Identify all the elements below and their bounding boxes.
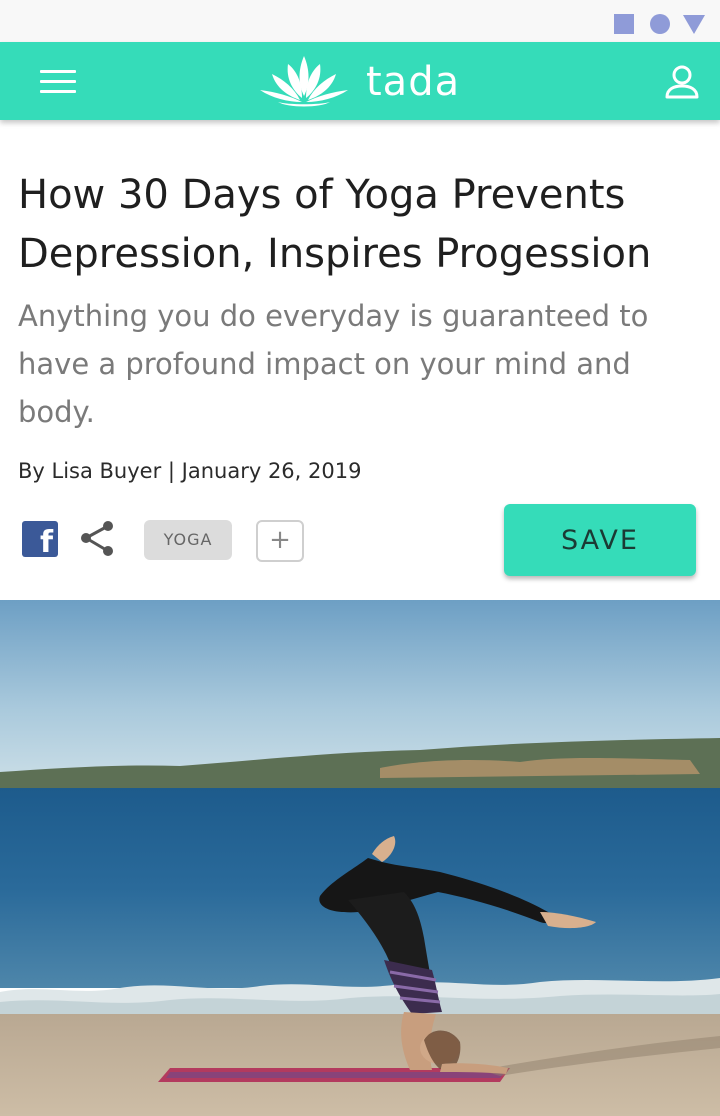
lotus-logo-icon: [260, 56, 348, 107]
article-byline: By Lisa Buyer | January 26, 2019: [18, 459, 362, 483]
status-bar: [0, 0, 720, 42]
article-subtitle: Anything you do everyday is guaranteed t…: [18, 299, 649, 429]
save-button[interactable]: SAVE: [504, 504, 696, 576]
article-hero-image: [0, 600, 720, 1116]
add-tag-button[interactable]: +: [256, 520, 304, 562]
app-name: tada: [366, 59, 461, 105]
app-bar: tada: [0, 42, 720, 120]
article-title: How 30 Days of Yoga Prevents Depression,…: [18, 172, 652, 277]
app-logo[interactable]: tada: [258, 52, 468, 112]
status-square-icon: [614, 14, 634, 34]
status-triangle-icon: [683, 15, 705, 34]
tag-yoga[interactable]: YOGA: [144, 520, 232, 560]
share-icon[interactable]: [78, 518, 118, 558]
facebook-icon[interactable]: f: [22, 521, 58, 560]
user-account-icon[interactable]: [656, 60, 708, 104]
status-circle-icon: [650, 14, 670, 34]
hamburger-menu-icon[interactable]: [30, 61, 86, 101]
facebook-glyph: f: [39, 525, 53, 560]
